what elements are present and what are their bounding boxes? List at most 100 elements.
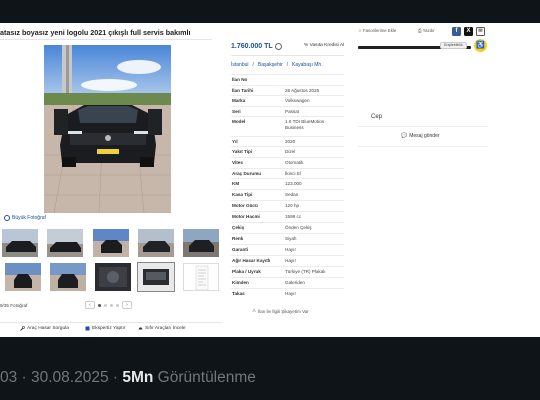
detail-value: Galeriden	[285, 280, 305, 285]
page-dot[interactable]	[110, 303, 113, 307]
detail-key: Kimden	[232, 280, 249, 285]
detail-row: Kasa Tipi Sedan	[231, 189, 344, 200]
detail-key: Renk	[232, 236, 244, 241]
damage-query-label: Araç Hasar Sorgula	[27, 326, 69, 331]
send-message-link[interactable]: 💬 Mesaj gönder	[401, 133, 440, 139]
phone-divider	[358, 126, 488, 127]
mail-icon[interactable]: ✉	[476, 27, 485, 36]
credit-link[interactable]: % Vasıta Kredisi Al	[304, 43, 344, 48]
detail-key: Takas	[232, 291, 245, 296]
detail-row: Renk Siyah	[231, 233, 344, 244]
thumbnail[interactable]	[5, 263, 41, 291]
detail-key: Araç Durumu	[232, 171, 262, 176]
detail-key: Model	[232, 119, 246, 124]
prev-page-button[interactable]: ‹	[85, 301, 95, 309]
detail-value: Türkiye (TR) Plakalı	[285, 269, 326, 274]
detail-row: Motor Gücü 120 hp	[231, 200, 344, 211]
big-photo-link[interactable]: Büyük Fotoğraf	[4, 215, 46, 221]
location-neighborhood[interactable]: Kayabaşı Mh.	[292, 62, 323, 68]
detail-key: Seri	[232, 109, 241, 114]
report-icon: ⚠	[252, 308, 257, 313]
x-icon[interactable]: X	[464, 27, 473, 36]
detail-key: Yakıt Tipi	[232, 149, 253, 154]
page-dot[interactable]	[104, 303, 107, 307]
credit-label: Vasıta Kredisi Al	[309, 43, 345, 48]
detail-key: Garanti	[232, 247, 249, 252]
detail-value: Hayır	[285, 258, 296, 263]
page-dot[interactable]	[116, 303, 119, 307]
detail-key: Çekiş	[232, 225, 245, 230]
message-divider	[358, 146, 488, 147]
detail-row: Araç Durumu İkinci El	[231, 168, 344, 178]
report-link[interactable]: ⚠ İlan ile İlgili Şikayetim Var	[252, 308, 309, 314]
detail-value: Passat	[285, 109, 300, 114]
facebook-icon[interactable]: f	[452, 27, 461, 36]
detail-value: Hayır	[285, 247, 296, 252]
detail-row: Vites Otomatik	[231, 157, 344, 168]
detail-row: Seri Passat	[231, 106, 344, 116]
views-label: Görüntülenme	[153, 369, 256, 386]
detail-row: Kimden Galeriden	[231, 277, 344, 288]
detail-key: Marka	[232, 98, 246, 103]
location-district[interactable]: Başakşehir	[258, 62, 283, 68]
view-count: 5Mn	[122, 369, 154, 386]
thumbnail[interactable]	[138, 229, 174, 257]
detail-row: Motor Hacmi 1598 cc	[231, 211, 344, 222]
detail-key: Ağır Hasar Kayıtlı	[232, 258, 271, 263]
detail-value: Volkswagen	[285, 98, 310, 103]
detail-row: Marka Volkswagen	[231, 95, 344, 106]
new-cars-link[interactable]: Sıfır Araçları İncele	[138, 326, 186, 331]
page-dot[interactable]	[98, 303, 101, 307]
accessibility-icon[interactable]: ♿	[474, 39, 487, 52]
detail-key: Motor Gücü	[232, 203, 258, 208]
price-history-icon[interactable]	[275, 43, 282, 50]
thumbnail[interactable]	[50, 263, 86, 291]
price: 1.760.000 TL	[231, 43, 273, 50]
detail-row: Plaka / Uyruk Türkiye (TR) Plakalı	[231, 266, 344, 277]
detail-value: 1.6 TDI BlueMotion Business	[285, 119, 325, 130]
thumbnail[interactable]	[183, 229, 219, 257]
main-photo[interactable]	[44, 45, 171, 213]
detail-value: 2020	[285, 139, 296, 144]
detail-key: KM	[232, 181, 240, 186]
listing-title: atasız boyasız yeni logolu 2021 çıkışlı …	[0, 28, 191, 37]
zoom-icon	[4, 215, 10, 221]
detail-value: İkinci El	[285, 171, 301, 176]
detail-row: Model 1.6 TDI BlueMotion Business	[231, 116, 344, 136]
breadcrumb-separator: /	[286, 62, 289, 68]
expertise-link[interactable]: Ekspertiz Yaptır	[85, 326, 125, 331]
thumbnail[interactable]	[2, 229, 38, 257]
thumbnail[interactable]	[47, 229, 83, 257]
title-divider	[0, 39, 212, 40]
thumbnail[interactable]	[95, 263, 131, 291]
detail-key: Kasa Tipi	[232, 192, 253, 197]
big-photo-label: Büyük Fotoğraf	[12, 215, 46, 221]
print-label: Yazdır	[422, 28, 435, 33]
screen: atasız boyasız yeni logolu 2021 çıkışlı …	[0, 0, 540, 400]
detail-row: KM 123.000	[231, 178, 344, 189]
send-message-label: Mesaj gönder	[409, 133, 440, 139]
detail-row: İlan No	[231, 74, 344, 85]
thumbnail-selected[interactable]	[137, 262, 175, 292]
detail-value: Sedan	[285, 192, 299, 197]
next-page-button[interactable]: ›	[122, 301, 132, 309]
tweet-time[interactable]: 03 · 30.08.2025 ·	[0, 369, 122, 386]
expertise-label: Ekspertiz Yaptır	[92, 326, 126, 331]
photo-counter: 9/35 Fotoğraf	[0, 303, 28, 308]
wrench-icon	[20, 326, 25, 331]
report-label: İlan ile İlgili Şikayetim Var	[258, 308, 309, 314]
print-link[interactable]: ⎙ Yazdır	[418, 28, 435, 33]
favorites-link[interactable]: ☆ Favorilerime Ekle	[358, 28, 396, 34]
location-city[interactable]: İstanbul	[231, 62, 249, 68]
thumbnail[interactable]	[183, 263, 219, 291]
detail-key: Motor Hacmi	[232, 214, 260, 219]
thumbnail[interactable]	[93, 229, 129, 257]
detail-value: 123.000	[285, 181, 302, 186]
damage-query-link[interactable]: Araç Hasar Sorgula	[20, 326, 69, 331]
detail-row: Ağır Hasar Kayıtlı Hayır	[231, 255, 344, 266]
detail-key: İlan No	[232, 77, 248, 82]
detail-value: Hayır	[285, 291, 296, 296]
detail-value: 1598 cc	[285, 214, 302, 219]
car-icon	[138, 326, 143, 331]
location-breadcrumb: İstanbul / Başakşehir / Kayabaşı Mh.	[231, 62, 323, 68]
